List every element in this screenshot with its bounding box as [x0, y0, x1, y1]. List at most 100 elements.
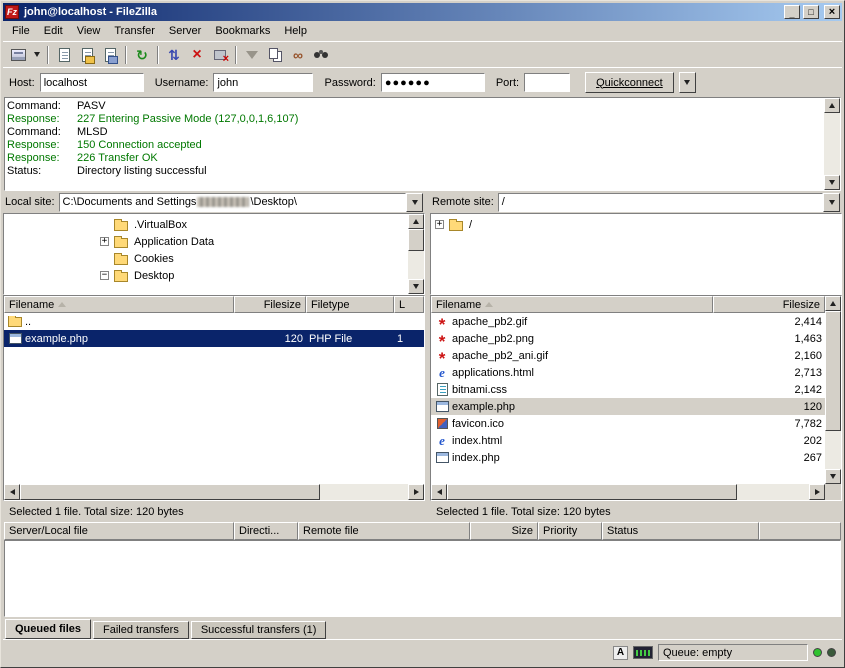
file-row[interactable]: index.php 267: [431, 449, 825, 466]
cancel-button[interactable]: ×: [186, 44, 208, 66]
column-header-filesize[interactable]: Filesize: [234, 296, 306, 313]
remote-site-dropdown[interactable]: [823, 193, 840, 212]
disconnect-button[interactable]: [209, 44, 231, 66]
menu-bookmarks[interactable]: Bookmarks: [208, 23, 277, 39]
column-header-remote-file[interactable]: Remote file: [298, 522, 470, 540]
menu-transfer[interactable]: Transfer: [107, 23, 162, 39]
toggle-queue-button[interactable]: ⇅: [163, 44, 185, 66]
file-row-selected[interactable]: example.php 120: [431, 398, 825, 415]
quickconnect-dropdown[interactable]: [679, 72, 696, 93]
file-row[interactable]: eindex.html 202: [431, 432, 825, 449]
column-header-status[interactable]: Status: [602, 522, 759, 540]
maximize-button[interactable]: □: [803, 5, 819, 19]
local-tree-scrollbar[interactable]: [408, 214, 424, 294]
scrollbar-track[interactable]: [320, 484, 408, 500]
scroll-left-button[interactable]: [431, 484, 447, 500]
local-site-path[interactable]: C:\Documents and Settings\Desktop\: [59, 193, 406, 212]
scroll-down-button[interactable]: [825, 469, 841, 484]
scroll-right-button[interactable]: [809, 484, 825, 500]
scrollbar-thumb[interactable]: [20, 484, 320, 500]
tree-item[interactable]: + Application Data: [4, 233, 408, 250]
tree-item[interactable]: + /: [431, 216, 841, 233]
local-tree[interactable]: .VirtualBox + Application Data Cookies −…: [3, 213, 425, 295]
port-input[interactable]: [524, 73, 570, 92]
close-button[interactable]: ×: [824, 5, 840, 19]
file-row[interactable]: *apache_pb2_ani.gif 2,160: [431, 347, 825, 364]
menu-help[interactable]: Help: [277, 23, 314, 39]
queue-list-body[interactable]: [4, 540, 841, 617]
file-row[interactable]: bitnami.css 2,142: [431, 381, 825, 398]
menu-edit[interactable]: Edit: [37, 23, 70, 39]
column-header-direction[interactable]: Directi...: [234, 522, 298, 540]
column-header-server-local-file[interactable]: Server/Local file: [4, 522, 234, 540]
scroll-left-button[interactable]: [4, 484, 20, 500]
remote-site-path[interactable]: /: [498, 193, 823, 212]
toggle-remote-tree-button[interactable]: [99, 44, 121, 66]
scroll-down-button[interactable]: [824, 175, 840, 190]
scroll-right-button[interactable]: [408, 484, 424, 500]
column-header-filename[interactable]: Filename: [431, 296, 713, 313]
filter-button[interactable]: [241, 44, 263, 66]
scroll-up-button[interactable]: [825, 296, 841, 311]
host-input[interactable]: [40, 73, 144, 92]
quickconnect-button[interactable]: Quickconnect: [585, 72, 674, 93]
log-scrollbar[interactable]: [824, 98, 840, 190]
scrollbar-track[interactable]: [737, 484, 809, 500]
toggle-message-log-button[interactable]: [53, 44, 75, 66]
column-header-filename[interactable]: Filename: [4, 296, 234, 313]
titlebar[interactable]: Fz john@localhost - FileZilla _ □ ×: [3, 3, 842, 21]
local-list-body[interactable]: .. example.php 120 PHP File 1: [4, 313, 424, 484]
column-header-priority[interactable]: Priority: [538, 522, 602, 540]
file-row[interactable]: eapplications.html 2,713: [431, 364, 825, 381]
menu-view[interactable]: View: [70, 23, 108, 39]
tab-successful-transfers[interactable]: Successful transfers (1): [191, 621, 327, 639]
scroll-down-button[interactable]: [408, 279, 424, 294]
scrollbar-track[interactable]: [825, 431, 841, 469]
remote-tree[interactable]: + /: [430, 213, 842, 295]
column-header-filetype[interactable]: Filetype: [306, 296, 394, 313]
collapse-icon[interactable]: −: [100, 271, 109, 280]
refresh-button[interactable]: ↻: [131, 44, 153, 66]
minimize-button[interactable]: _: [784, 5, 800, 19]
expand-icon[interactable]: +: [435, 220, 444, 229]
column-header-last-modified[interactable]: L: [394, 296, 424, 313]
expand-icon[interactable]: +: [100, 237, 109, 246]
redacted-username: [197, 197, 249, 207]
remote-site-combo[interactable]: /: [498, 193, 840, 212]
local-list-hscrollbar[interactable]: [4, 484, 424, 500]
scroll-up-button[interactable]: [408, 214, 424, 229]
column-header-size[interactable]: Size: [470, 522, 538, 540]
tree-item[interactable]: .VirtualBox: [4, 216, 408, 233]
username-input[interactable]: [213, 73, 313, 92]
scrollbar-track[interactable]: [408, 251, 424, 279]
file-row[interactable]: *apache_pb2.gif 2,414: [431, 313, 825, 330]
remote-list-hscrollbar[interactable]: [431, 484, 825, 500]
synchronized-browsing-button[interactable]: ∞: [287, 44, 309, 66]
scrollbar-thumb[interactable]: [408, 229, 424, 251]
local-site-dropdown[interactable]: [406, 193, 423, 212]
tree-item[interactable]: − Desktop: [4, 267, 408, 284]
site-manager-dropdown[interactable]: [30, 44, 43, 66]
tab-failed-transfers[interactable]: Failed transfers: [93, 621, 189, 639]
scrollbar-track[interactable]: [824, 113, 840, 175]
site-manager-button[interactable]: [7, 44, 29, 66]
remote-list-vscrollbar[interactable]: [825, 296, 841, 500]
password-input[interactable]: [381, 73, 485, 92]
file-row[interactable]: favicon.ico 7,782: [431, 415, 825, 432]
scrollbar-thumb[interactable]: [447, 484, 737, 500]
menu-file[interactable]: File: [5, 23, 37, 39]
tab-queued-files[interactable]: Queued files: [5, 619, 91, 639]
column-header-filesize[interactable]: Filesize: [713, 296, 825, 313]
directory-comparison-button[interactable]: [264, 44, 286, 66]
toggle-local-tree-button[interactable]: [76, 44, 98, 66]
remote-list-body[interactable]: *apache_pb2.gif 2,414 *apache_pb2.png 1,…: [431, 313, 825, 484]
tree-item[interactable]: Cookies: [4, 250, 408, 267]
find-files-button[interactable]: [310, 44, 332, 66]
local-site-combo[interactable]: C:\Documents and Settings\Desktop\: [59, 193, 423, 212]
menu-server[interactable]: Server: [162, 23, 208, 39]
scroll-up-button[interactable]: [824, 98, 840, 113]
file-row-selected[interactable]: example.php 120 PHP File 1: [4, 330, 424, 347]
file-row-parent-dir[interactable]: ..: [4, 313, 424, 330]
file-row[interactable]: *apache_pb2.png 1,463: [431, 330, 825, 347]
scrollbar-thumb[interactable]: [825, 311, 841, 431]
